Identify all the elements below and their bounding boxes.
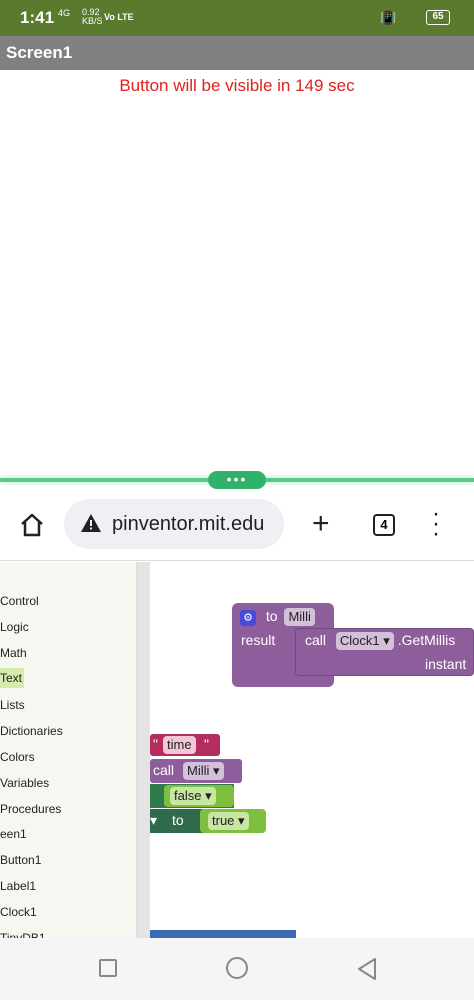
- vibrate-icon: 📳: [380, 10, 397, 25]
- screen-title: Screen1: [6, 43, 73, 62]
- palette-item-tinydb1[interactable]: TinyDB1: [0, 928, 48, 938]
- result-label: result: [241, 632, 276, 648]
- app-title-bar: Screen1: [0, 36, 474, 70]
- palette-item-dictionaries[interactable]: Dictionaries: [0, 721, 65, 741]
- palette-item-button1[interactable]: Button1: [0, 850, 43, 870]
- home-icon[interactable]: [18, 511, 46, 539]
- palette-item-variables[interactable]: Variables: [0, 773, 51, 793]
- clock-component-dropdown[interactable]: Clock1 ▾: [335, 632, 394, 650]
- false-block[interactable]: false ▾: [164, 785, 234, 807]
- method-name: .GetMillis: [397, 632, 456, 648]
- gear-icon[interactable]: ⚙: [240, 610, 256, 626]
- proc-name-field[interactable]: Milli: [284, 608, 315, 626]
- procedure-def-header: ⚙ to Milli: [240, 608, 315, 626]
- partial-block[interactable]: [150, 930, 296, 938]
- palette-item-text[interactable]: Text: [0, 668, 25, 688]
- call2-name: Milli: [187, 763, 210, 778]
- palette-item-procedures[interactable]: Procedures: [0, 799, 63, 819]
- system-nav-bar: [0, 938, 474, 1000]
- dropdown-icon: ▾: [383, 633, 390, 648]
- clock-getmillis-row: call Clock1 ▾ .GetMillis: [305, 632, 455, 650]
- recent-apps-icon[interactable]: [99, 959, 117, 977]
- text-open-quote: ": [153, 736, 158, 752]
- divider-handle[interactable]: •••: [208, 471, 266, 489]
- text-block[interactable]: " time ": [150, 734, 220, 756]
- battery-icon: 65: [426, 10, 450, 25]
- split-screen-divider[interactable]: •••: [0, 470, 474, 490]
- palette-item-math[interactable]: Math: [0, 643, 29, 663]
- url-text[interactable]: pinventor.mit.edu: [112, 513, 264, 536]
- true-dropdown[interactable]: true ▾: [208, 812, 249, 830]
- true-block[interactable]: true ▾: [200, 809, 266, 833]
- palette-item-control[interactable]: Control: [0, 591, 41, 611]
- false-value: false: [174, 788, 202, 803]
- dropdown-icon[interactable]: ▾: [150, 812, 157, 829]
- palette-item-logic[interactable]: Logic: [0, 617, 31, 637]
- true-value: true: [212, 813, 235, 828]
- dropdown-icon: ▾: [205, 788, 212, 803]
- blocks-workspace[interactable]: ⚙ to Milli result call Clock1 ▾ .GetMill…: [150, 562, 474, 938]
- status-bar: 1:41 4G 0.92 KB/S Vo LTE 📳 65: [0, 0, 474, 36]
- dropdown-icon: ▾: [238, 813, 245, 828]
- status-time: 1:41: [20, 8, 55, 27]
- call-milli-block[interactable]: call Milli ▾: [150, 759, 242, 783]
- browser-toolbar: pinventor.mit.edu + 4 · · ·: [0, 491, 474, 561]
- network-label: 4G: [58, 8, 71, 18]
- volte-label: Vo LTE: [104, 12, 134, 22]
- palette-item-lists[interactable]: Lists: [0, 695, 27, 715]
- palette-item-colors[interactable]: Colors: [0, 747, 37, 767]
- warning-icon[interactable]: [80, 512, 102, 534]
- to-label: to: [172, 812, 184, 828]
- call-label: call: [305, 632, 327, 648]
- address-bar[interactable]: pinventor.mit.edu: [64, 499, 284, 549]
- call2-dropdown[interactable]: Milli ▾: [183, 762, 224, 780]
- speed-unit: KB/S: [82, 16, 103, 26]
- palette-item-clock1[interactable]: Clock1: [0, 902, 39, 922]
- text-value-field[interactable]: time: [163, 736, 196, 754]
- set-to-block[interactable]: ▾ to: [150, 809, 204, 833]
- home-nav-icon[interactable]: [226, 957, 248, 979]
- blocks-palette: Control Logic Math Text Lists Dictionari…: [0, 562, 137, 938]
- call2-label: call: [153, 762, 175, 778]
- proc-to-label: to: [265, 608, 278, 624]
- countdown-label: Button will be visible in 149 sec: [119, 76, 355, 95]
- network-speed: 0.92 KB/S: [82, 8, 103, 26]
- palette-item-label1[interactable]: Label1: [0, 876, 38, 896]
- back-icon[interactable]: [356, 957, 378, 981]
- false-dropdown[interactable]: false ▾: [170, 787, 216, 805]
- plus-icon[interactable]: +: [312, 509, 330, 539]
- menu-icon[interactable]: · · ·: [432, 502, 440, 546]
- text-close-quote: ": [204, 736, 209, 752]
- palette-scrollbar[interactable]: [137, 562, 150, 938]
- tab-switcher-icon[interactable]: 4: [373, 514, 395, 536]
- palette-item-screen1[interactable]: een1: [0, 824, 29, 844]
- instant-label: instant: [425, 656, 467, 672]
- dropdown-icon: ▾: [213, 763, 220, 778]
- clock-component-name: Clock1: [339, 633, 380, 648]
